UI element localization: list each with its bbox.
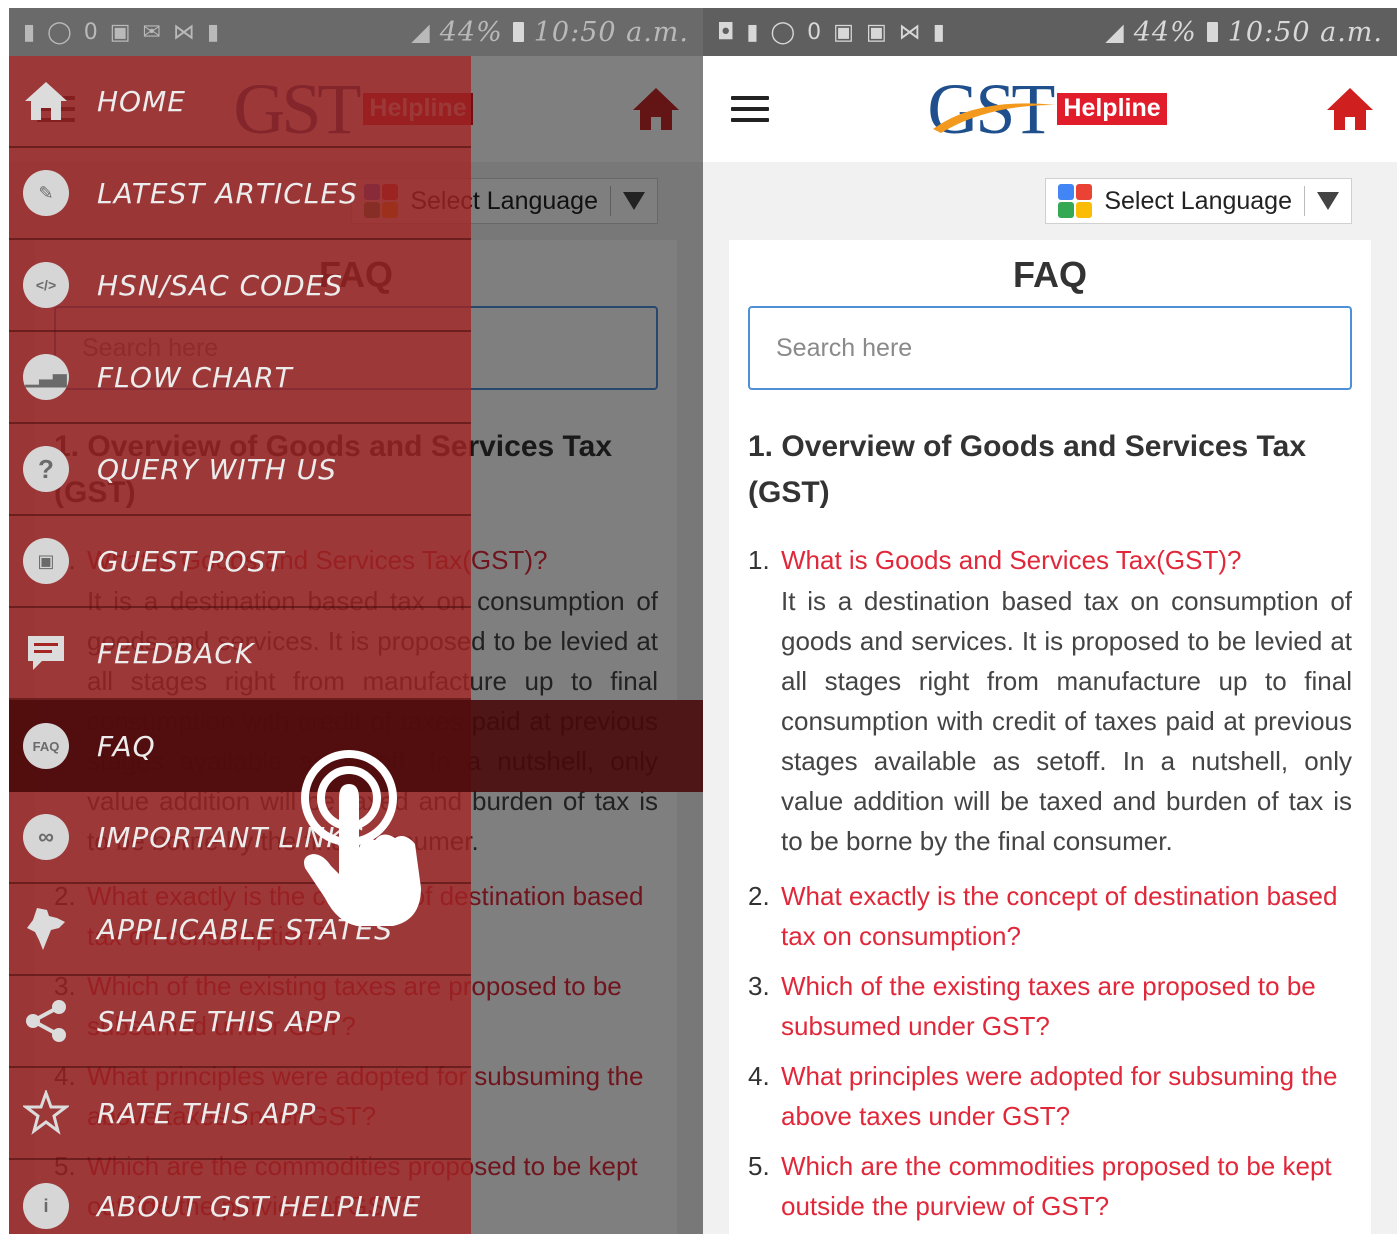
status-bar: ▮ ◯ 0 ▣ ✉ ⋈ ▮ ◢ 44% 10:50 a.m. <box>9 8 703 56</box>
faq-answer: It is a destination based tax on consump… <box>781 586 1352 856</box>
clock: 10:50 a.m. <box>1227 16 1383 48</box>
list-item: 2. What exactly is the concept of destin… <box>748 876 1352 956</box>
faq-question-link[interactable]: Which are the commodities proposed to be… <box>781 1146 1352 1226</box>
faq-question-link[interactable]: Which of the existing taxes are proposed… <box>781 966 1352 1046</box>
drawer-item-guest-post[interactable]: ▣ GUEST POST <box>9 516 471 608</box>
list-item: 4. What principles were adopted for subs… <box>748 1056 1352 1136</box>
screenshot-icon: ▣ <box>109 19 131 45</box>
signal-icon: ◢ <box>411 18 430 46</box>
battery-percent: 44% <box>439 16 503 48</box>
battery-icon <box>512 22 524 42</box>
app-bar: GST Helpline <box>703 56 1397 162</box>
whatsapp-icon: ◯ <box>770 19 796 45</box>
search-input[interactable]: Search here <box>748 306 1352 390</box>
google-translate-icon <box>1058 184 1093 218</box>
data-speed-icon: 0 <box>83 19 98 45</box>
gamepad-icon: ◘ <box>717 19 735 45</box>
logo-swoosh-icon <box>933 103 1056 133</box>
list-item: 3. Which of the existing taxes are propo… <box>748 966 1352 1046</box>
notification-icon: ▮ <box>746 19 759 45</box>
menu-icon[interactable] <box>731 96 769 122</box>
data-speed-icon: 0 <box>807 19 822 45</box>
section-title: 1. Overview of Goods and Services Tax (G… <box>748 430 1307 509</box>
tap-gesture-icon <box>301 750 421 926</box>
mail-icon: ✉ <box>142 19 161 45</box>
battery-icon <box>1206 22 1218 42</box>
clock: 10:50 a.m. <box>533 16 689 48</box>
chevron-down-icon <box>1317 192 1339 210</box>
chart-icon: ▁▃▅ <box>23 354 69 400</box>
question-icon: ? <box>23 446 69 492</box>
info-icon: i <box>23 1183 69 1229</box>
signal-icon: ◢ <box>1105 18 1124 46</box>
share-icon <box>26 1000 66 1042</box>
sim-icon: ▮ <box>206 19 220 45</box>
list-item: 5. Which are the commodities proposed to… <box>748 1146 1352 1226</box>
language-select[interactable]: Select Language <box>1045 178 1352 224</box>
faq-card: FAQ Search here 1. Overview of Goods and… <box>729 240 1371 1234</box>
status-bar: ◘ ▮ ◯ 0 ▣ ▣ ⋈ ▮ ◢ 44% 10:50 a.m. <box>703 8 1397 56</box>
drawer-item-flow-chart[interactable]: ▁▃▅ FLOW CHART <box>9 332 471 424</box>
drawer-item-share-this-app[interactable]: SHARE THIS APP <box>9 976 471 1068</box>
notification-icon: ▮ <box>23 19 36 45</box>
drawer-item-home[interactable]: HOME <box>9 56 471 148</box>
vibrate-icon: ⋈ <box>898 19 921 45</box>
article-icon: ✎ <box>23 170 69 216</box>
star-icon <box>23 1090 69 1135</box>
battery-percent: 44% <box>1133 16 1197 48</box>
content-area: Select Language FAQ Search here 1. Overv… <box>703 162 1397 1234</box>
list-item: 1. What is Goods and Services Tax(GST)? … <box>748 540 1352 876</box>
india-map-icon <box>27 908 65 950</box>
vibrate-icon: ⋈ <box>172 19 195 45</box>
phone-screen-faq: ◘ ▮ ◯ 0 ▣ ▣ ⋈ ▮ ◢ 44% 10:50 a.m. GST Hel… <box>703 8 1397 1234</box>
faq-question-link[interactable]: What is Goods and Services Tax(GST)? <box>781 540 1352 580</box>
code-icon: </> <box>23 262 69 308</box>
logo: GST Helpline <box>927 73 1167 145</box>
drawer-item-query-with-us[interactable]: ? QUERY WITH US <box>9 424 471 516</box>
phone-screen-drawer-open: ▮ ◯ 0 ▣ ✉ ⋈ ▮ ◢ 44% 10:50 a.m. GST Helpl… <box>9 8 703 1234</box>
faq-question-link[interactable]: What exactly is the concept of destinati… <box>781 876 1352 956</box>
faq-question-link[interactable]: What principles were adopted for subsumi… <box>781 1056 1352 1136</box>
link-icon: ∞ <box>23 814 69 860</box>
chat-icon <box>28 636 64 670</box>
faq-list: 1. What is Goods and Services Tax(GST)? … <box>748 540 1352 1226</box>
drawer-item-latest-articles[interactable]: ✎ LATEST ARTICLES <box>9 148 471 240</box>
drawer-item-feedback[interactable]: FEEDBACK <box>9 608 471 700</box>
whatsapp-icon: ◯ <box>47 19 72 45</box>
drawer-item-rate-this-app[interactable]: RATE THIS APP <box>9 1068 471 1160</box>
navigation-drawer: HOME ✎ LATEST ARTICLES </> HSN/SAC CODES… <box>9 56 703 1234</box>
home-icon[interactable] <box>1325 86 1375 132</box>
faq-icon: FAQ <box>23 723 69 769</box>
post-icon: ▣ <box>23 538 69 584</box>
gallery-icon: ▣ <box>833 19 854 45</box>
drawer-item-about-gst-helpline[interactable]: i ABOUT GST HELPLINE <box>9 1160 471 1234</box>
screenshot-icon: ▣ <box>865 19 887 45</box>
sim-icon: ▮ <box>932 19 945 45</box>
home-icon <box>25 82 67 120</box>
page-title: FAQ <box>1012 254 1087 295</box>
drawer-item-hsn-sac-codes[interactable]: </> HSN/SAC CODES <box>9 240 471 332</box>
